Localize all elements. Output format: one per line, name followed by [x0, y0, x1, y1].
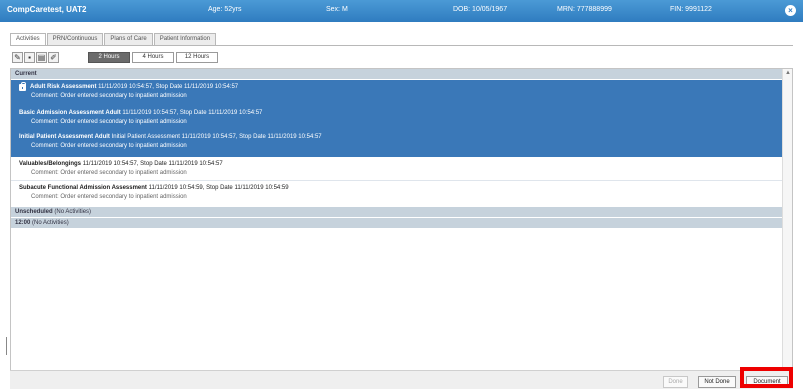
not-done-button[interactable]: Not Done — [698, 376, 736, 388]
activity-row[interactable]: Adult Risk Assessment 11/11/2019 10:54:5… — [19, 82, 239, 99]
section-time-label: 12:00 — [15, 220, 31, 226]
activity-detail: 11/11/2019 10:54:57, Stop Date 11/11/201… — [98, 84, 239, 90]
activity-row[interactable]: Subacute Functional Admission Assessment… — [19, 185, 289, 200]
activity-detail: 11/11/2019 10:54:59, Stop Date 11/11/201… — [148, 185, 289, 191]
tab-plans-of-care[interactable]: Plans of Care — [104, 33, 153, 45]
2-hours-button[interactable]: 2 Hours — [88, 51, 130, 63]
activity-comment: Comment: Order entered secondary to inpa… — [31, 194, 187, 200]
section-unscheduled-status: (No Activities) — [54, 209, 92, 215]
section-time-1200[interactable]: 12:00 (No Activities) — [11, 218, 783, 228]
activity-comment: Comment: Order entered secondary to inpa… — [31, 143, 187, 149]
footer-bar: Done Not Done Document — [10, 370, 793, 389]
activity-detail: Initial Patient Assessment 11/11/2019 10… — [111, 134, 322, 140]
tab-patient-information[interactable]: Patient Information — [153, 33, 217, 45]
activity-name: Subacute Functional Admission Assessment — [19, 185, 147, 191]
done-button[interactable]: Done — [663, 376, 688, 388]
activity-comment: Comment: Order entered secondary to inpa… — [31, 170, 187, 176]
patient-mrn: MRN: 777888999 — [557, 6, 612, 13]
section-unscheduled-label: Unscheduled — [15, 209, 53, 215]
time-range-selector: 2 Hours 4 Hours 12 Hours — [88, 51, 220, 63]
12-hours-button[interactable]: 12 Hours — [176, 51, 218, 63]
activity-comment: Comment: Order entered secondary to inpa… — [31, 93, 187, 99]
activity-comment: Comment: Order entered secondary to inpa… — [31, 119, 187, 125]
activities-panel: Current Adult Risk Assessment 11/11/2019… — [10, 68, 793, 388]
toolbar: ✎ ▪ ▤ ✐ 2 Hours 4 Hours 12 Hours — [12, 51, 220, 63]
section-current-label: Current — [15, 71, 37, 77]
tab-prn-continuous[interactable]: PRN/Continuous — [46, 33, 104, 45]
activity-name: Basic Admission Assessment Adult — [19, 110, 121, 116]
activity-name: Initial Patient Assessment Adult — [19, 134, 110, 140]
vertical-scrollbar[interactable]: ▲ — [782, 69, 792, 387]
close-icon[interactable]: × — [785, 5, 796, 16]
activity-row[interactable]: Basic Admission Assessment Adult 11/11/2… — [19, 110, 262, 125]
patient-fin: FIN: 9991122 — [670, 6, 712, 13]
activity-detail: 11/11/2019 10:54:57, Stop Date 11/11/201… — [82, 161, 223, 167]
patient-dob: DOB: 10/05/1967 — [453, 6, 508, 13]
document-icon[interactable]: ▪ — [24, 51, 35, 63]
section-unscheduled[interactable]: Unscheduled (No Activities) — [11, 207, 783, 217]
activity-name: Valuables/Belongings — [19, 161, 82, 167]
clipboard-icon[interactable]: ▤ — [36, 51, 47, 63]
lock-icon — [19, 82, 26, 91]
activity-row[interactable]: Valuables/Belongings 11/11/2019 10:54:57… — [19, 161, 223, 176]
activity-name: Adult Risk Assessment — [30, 84, 97, 90]
row-divider — [11, 180, 783, 181]
4-hours-button[interactable]: 4 Hours — [132, 51, 174, 63]
title-bar: CompCaretest, UAT2 Age: 52yrs Sex: M DOB… — [0, 0, 803, 22]
patient-age: Age: 52yrs — [208, 6, 242, 13]
section-time-status: (No Activities) — [32, 220, 69, 226]
tab-divider — [10, 45, 793, 46]
activity-row[interactable]: Initial Patient Assessment Adult Initial… — [19, 134, 322, 149]
tab-bar: Activities PRN/Continuous Plans of Care … — [10, 33, 217, 46]
activity-detail: 11/11/2019 10:54:57, Stop Date 11/11/201… — [122, 110, 263, 116]
patient-sex: Sex: M — [326, 6, 348, 13]
highlight-box — [740, 367, 793, 388]
section-current[interactable]: Current — [11, 69, 783, 79]
pen-icon[interactable]: ✎ — [12, 51, 23, 63]
patient-name: CompCaretest, UAT2 — [7, 5, 87, 14]
edit-icon[interactable]: ✐ — [48, 51, 59, 63]
scroll-up-icon[interactable]: ▲ — [785, 70, 791, 76]
resize-handle[interactable] — [6, 337, 7, 355]
